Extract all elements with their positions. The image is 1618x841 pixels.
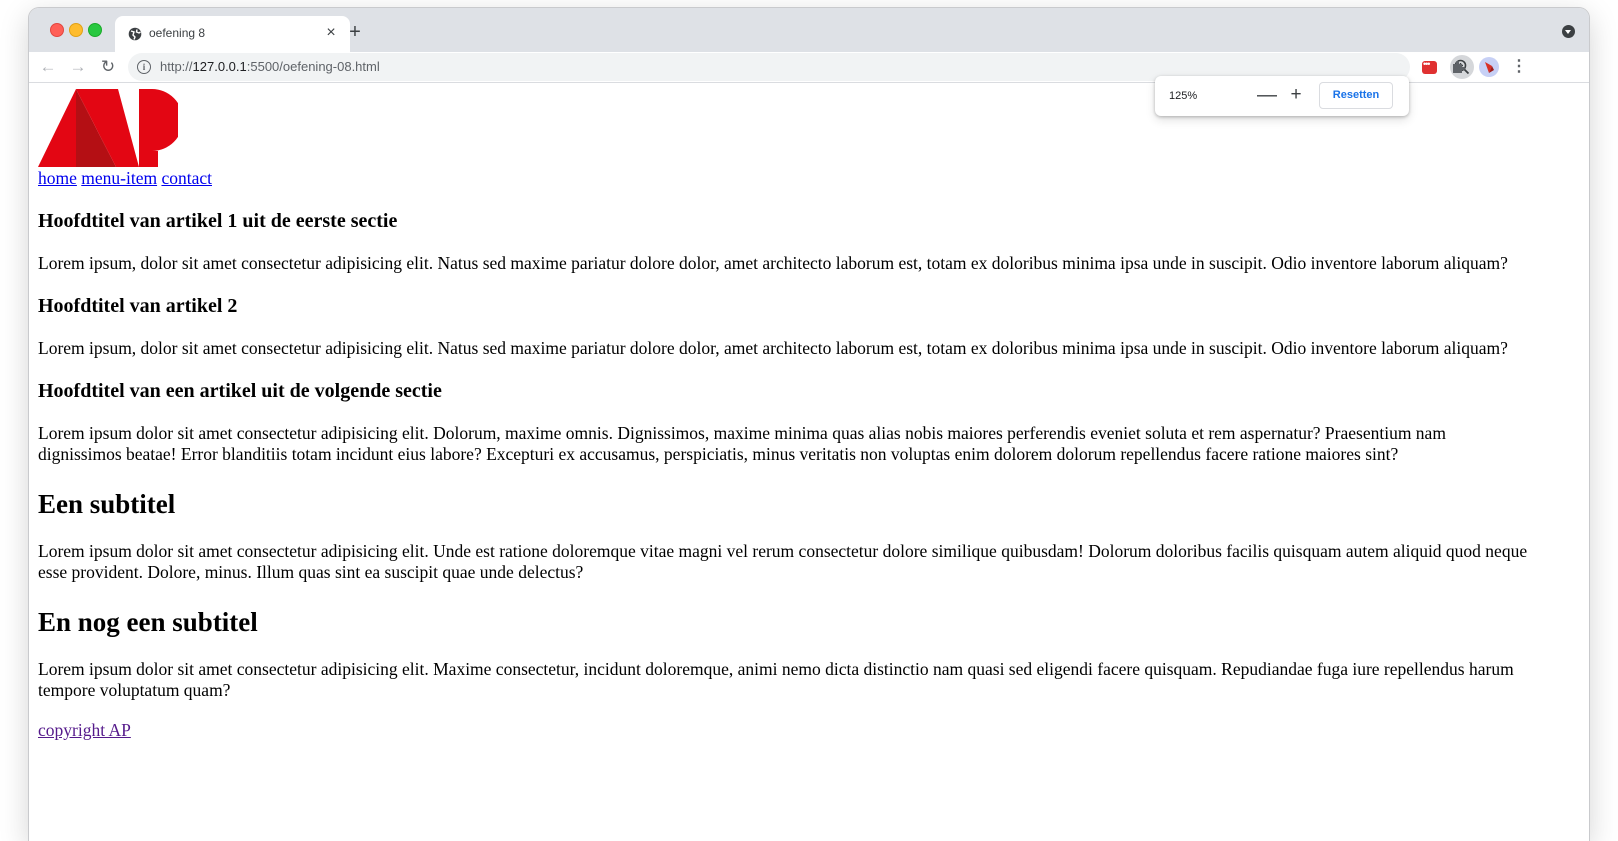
zoom-reset-button[interactable]: Resetten [1319,82,1393,109]
avatar-icon [1485,62,1494,73]
zoom-out-button[interactable]: — [1257,84,1277,108]
reload-icon[interactable]: ↻ [97,56,119,78]
globe-icon [128,27,142,41]
forward-arrow-icon[interactable]: → [67,56,89,78]
new-tab-button[interactable]: + [344,21,366,43]
article-3-heading: Hoofdtitel van een artikel uit de volgen… [38,380,442,402]
browser-window: oefening 8 × + ← → ↻ i http://127.0.0.1:… [29,8,1589,841]
tab-title: oefening 8 [149,26,206,40]
article-1-text: Lorem ipsum, dolor sit amet consectetur … [38,253,1508,273]
article-2-heading: Hoofdtitel van artikel 2 [38,295,238,317]
nav-link-menu-item[interactable]: menu-item [81,168,157,188]
main-nav: home menu-item contact [38,167,1528,189]
close-tab-icon[interactable]: × [322,24,340,42]
zoom-popup: 125% — + Resetten [1155,76,1409,116]
subtitle-2-text: Lorem ipsum dolor sit amet consectetur a… [38,659,1514,700]
back-arrow-icon[interactable]: ← [37,56,59,78]
tab-oefening-8[interactable]: oefening 8 × [115,16,350,52]
url-host: 127.0.0.1 [192,59,247,74]
subtitle-1-heading: Een subtitel [38,489,176,519]
article-3-text: Lorem ipsum dolor sit amet consectetur a… [38,423,1446,464]
profile-avatar[interactable] [1479,57,1499,77]
url-path: :5500/oefening-08.html [246,59,380,74]
url-text[interactable]: http://127.0.0.1:5500/oefening-08.html [160,59,380,74]
subtitle-2-heading: En nog een subtitel [38,607,258,637]
extension-icon[interactable] [1422,59,1437,74]
subtitle-1-text: Lorem ipsum dolor sit amet consectetur a… [38,541,1528,582]
nav-link-home[interactable]: home [38,168,77,188]
article-2-text: Lorem ipsum, dolor sit amet consectetur … [38,338,1508,358]
page-content: home menu-item contact Hoofdtitel van ar… [29,83,1589,841]
minimize-window-button[interactable] [69,23,83,37]
nav-link-contact[interactable]: contact [161,168,212,188]
copyright-link[interactable]: copyright AP [38,719,1528,741]
zoom-in-button[interactable]: + [1286,84,1306,108]
more-menu-icon[interactable]: ⋮ [1511,56,1527,78]
url-scheme: http:// [160,59,193,74]
site-info-icon[interactable]: i [137,60,151,74]
close-window-button[interactable] [50,23,64,37]
tab-strip: oefening 8 × + [29,8,1589,52]
tab-search-icon[interactable] [1562,25,1575,38]
maximize-window-button[interactable] [88,23,102,37]
article-1-heading: Hoofdtitel van artikel 1 uit de eerste s… [38,210,398,232]
zoom-level: 125% [1169,90,1198,102]
puzzle-icon[interactable] [1451,59,1467,75]
ap-logo [38,89,178,167]
